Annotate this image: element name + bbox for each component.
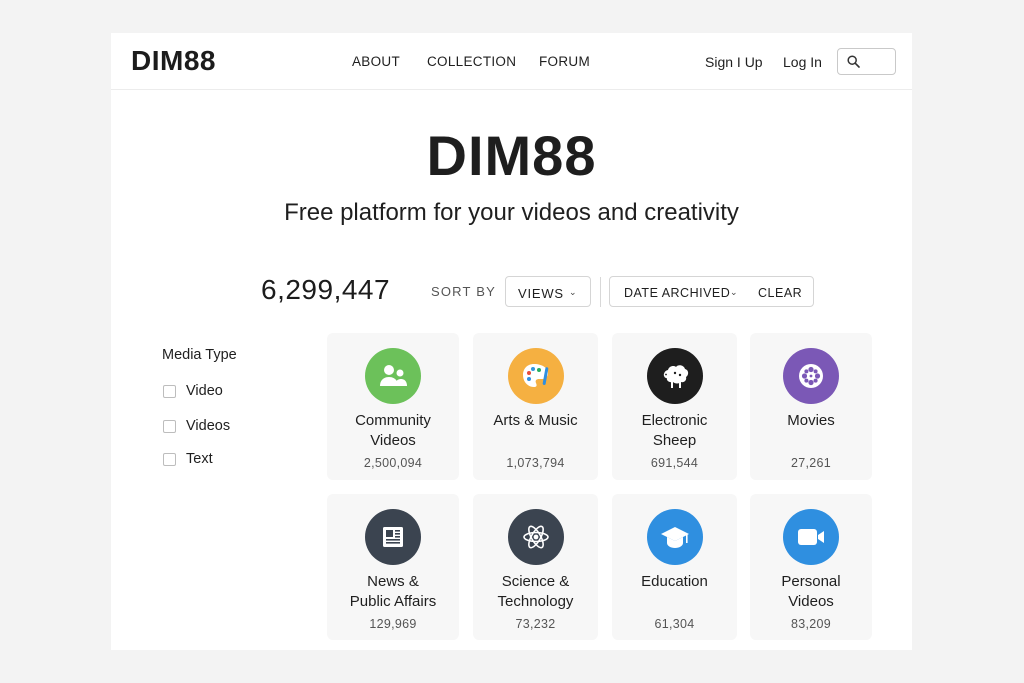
site-logo[interactable]: DIM88 [131, 45, 216, 77]
collection-card-news-public-affairs[interactable]: News & Public Affairs 129,969 [327, 494, 459, 640]
checkbox[interactable] [163, 420, 176, 433]
collection-count: 1,073,794 [506, 456, 565, 470]
collection-card-science-technology[interactable]: Science & Technology 73,232 [473, 494, 598, 640]
atom-icon [507, 509, 564, 565]
film-reel-icon [783, 348, 839, 404]
collection-count: 691,544 [650, 456, 699, 470]
search-input[interactable] [837, 48, 896, 75]
facet-title-media-type: Media Type [162, 347, 237, 363]
graduation-cap-icon [646, 509, 703, 565]
collection-card-arts-music[interactable]: Arts & Music 1,073,794 [473, 333, 598, 480]
sign-up-link[interactable]: Sign I Up [705, 54, 763, 70]
clear-button[interactable]: CLEAR [758, 286, 802, 300]
collection-name-line: Movies [787, 412, 835, 429]
chevron-down-icon: ⌄ [569, 287, 578, 297]
nav-forum[interactable]: FORUM [539, 54, 590, 69]
hero-subtitle: Free platform for your videos and creati… [284, 199, 739, 226]
collection-count: 73,232 [515, 617, 556, 631]
collection-name-line: Videos [788, 593, 834, 610]
page-container: DIM88 ABOUT COLLECTION FORUM Sign I Up L… [111, 33, 912, 650]
checkbox[interactable] [163, 385, 176, 398]
sort-views-dropdown[interactable]: VIEWS ⌄ [505, 276, 591, 307]
collection-name-line: Arts & Music [493, 412, 578, 429]
collection-name-line: Electronic [641, 412, 708, 429]
collection-name: Movies [754, 411, 868, 431]
nav-about[interactable]: ABOUT [352, 54, 400, 69]
collection-count: 83,209 [790, 617, 832, 631]
total-item-count: 6,299,447 [261, 274, 391, 305]
collection-name: Community Videos [331, 411, 455, 451]
sort-views-label: VIEWS [518, 286, 564, 301]
hero-title: DIM88 [426, 124, 597, 187]
collection-card-movies[interactable]: Movies 27,261 [750, 333, 872, 480]
collection-name: Science & Technology [477, 572, 594, 612]
facet-label: Text [186, 451, 213, 467]
collection-name: Personal Videos [754, 572, 868, 612]
collection-card-personal-videos[interactable]: Personal Videos 83,209 [750, 494, 872, 640]
collection-name-line: Community [355, 412, 431, 429]
sort-by-label: SORT BY [431, 284, 496, 299]
palette-icon [507, 348, 564, 404]
collection-name-line: Sheep [652, 432, 697, 449]
collection-count: 27,261 [790, 456, 832, 470]
community-icon [365, 348, 421, 404]
checkbox[interactable] [163, 453, 176, 466]
collection-name-line: Technology [497, 593, 574, 610]
collection-name: Arts & Music [477, 411, 594, 431]
nav-collection[interactable]: COLLECTION [427, 54, 516, 69]
collection-name-line: News & [367, 573, 419, 590]
search-icon [847, 55, 860, 68]
collection-count: 61,304 [654, 617, 695, 631]
newspaper-icon [365, 509, 421, 565]
collection-name-line: Public Affairs [349, 593, 437, 610]
filter-button-group: DATE ARCHIVED ⌄ CLEAR [609, 276, 814, 307]
collection-count: 129,969 [369, 617, 417, 631]
date-archived-dropdown[interactable]: DATE ARCHIVED [624, 286, 730, 300]
toolbar-divider [600, 277, 601, 307]
log-in-link[interactable]: Log In [783, 54, 822, 70]
video-camera-icon [783, 509, 839, 565]
collection-name-line: Personal [781, 573, 841, 590]
collection-card-community-videos[interactable]: Community Videos 2,500,094 [327, 333, 459, 480]
chevron-down-icon: ⌄ [730, 287, 739, 297]
facet-label: Video [186, 383, 223, 399]
site-header: DIM88 ABOUT COLLECTION FORUM Sign I Up L… [111, 33, 912, 90]
collection-name-line: Videos [370, 432, 416, 449]
facet-label: Videos [186, 418, 231, 434]
sheep-icon [646, 348, 703, 404]
collection-count: 2,500,094 [363, 456, 423, 470]
collection-name-line: Science & [501, 573, 570, 590]
collection-name: Education [616, 572, 733, 592]
collection-name: News & Public Affairs [331, 572, 455, 612]
collection-card-education[interactable]: Education 61,304 [612, 494, 737, 640]
collection-name: Electronic Sheep [616, 411, 733, 451]
collection-name-line: Education [641, 573, 708, 590]
collection-card-electronic-sheep[interactable]: Electronic Sheep 691,544 [612, 333, 737, 480]
